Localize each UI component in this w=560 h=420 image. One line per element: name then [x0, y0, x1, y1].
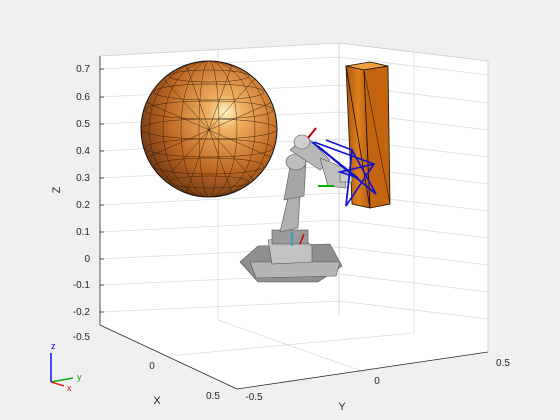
z-tick-label: -0.2 [73, 307, 91, 318]
z-tick-label: 0.3 [76, 173, 90, 184]
y-tick-label: 0 [374, 376, 380, 387]
z-tick-label: 0.5 [76, 119, 90, 130]
triad-y-label: y [77, 372, 82, 382]
x-axis-label: X [153, 395, 161, 407]
triad-x-axis [50, 381, 65, 387]
x-tick-label: 0.5 [206, 391, 220, 402]
z-tick-labels: 0.7 0.6 0.5 0.4 0.3 0.2 0.1 0 -0.1 -0.2 … [73, 64, 91, 343]
axes-3d[interactable]: 0.7 0.6 0.5 0.4 0.3 0.2 0.1 0 -0.1 -0.2 … [51, 42, 510, 413]
z-tick-label: 0 [84, 254, 90, 265]
box-obstacle [345, 61, 391, 209]
figure-canvas[interactable]: 0.7 0.6 0.5 0.4 0.3 0.2 0.1 0 -0.1 -0.2 … [0, 0, 560, 420]
triad-z-label: z [51, 341, 56, 351]
y-tick-label: 0.5 [496, 358, 510, 369]
orientation-triad: z y x [50, 341, 82, 393]
sphere-obstacle [140, 60, 278, 198]
y-tick-label: -0.5 [245, 392, 263, 403]
triad-x-label: x [67, 383, 72, 393]
z-tick-label: 0.2 [76, 200, 90, 211]
z-tick-label: -0.1 [73, 280, 91, 291]
z-tick-label: 0.1 [76, 227, 90, 238]
z-tick-label: 0.4 [76, 146, 90, 157]
z-axis-label: Z [51, 186, 63, 193]
z-tick-label: 0.7 [76, 64, 90, 75]
x-tick-label: 0 [149, 361, 155, 372]
y-axis-label: Y [338, 401, 346, 413]
triad-y-axis [50, 377, 74, 383]
z-tick-label: -0.5 [73, 332, 91, 343]
z-tick-label: 0.6 [76, 92, 90, 103]
